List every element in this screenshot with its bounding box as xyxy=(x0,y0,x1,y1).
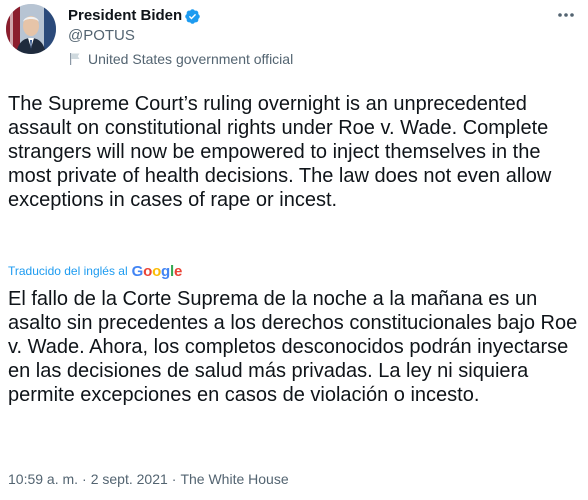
verified-badge-icon xyxy=(185,9,200,24)
avatar[interactable] xyxy=(6,4,56,54)
tweet-source[interactable]: The White House xyxy=(180,471,288,487)
more-options-icon xyxy=(558,13,574,17)
translation-attribution[interactable]: Traducido del inglés al Google xyxy=(8,262,182,280)
tweet-text: The Supreme Court’s ruling overnight is … xyxy=(8,93,552,211)
tweet: President Biden @POTUS United States gov… xyxy=(0,0,588,500)
translated-text: El fallo de la Corte Suprema de la noche… xyxy=(8,288,578,406)
tweet-date[interactable]: 2 sept. 2021 xyxy=(91,471,168,487)
separator: · xyxy=(82,471,87,487)
more-options-button[interactable] xyxy=(552,4,580,26)
flag-icon xyxy=(70,53,80,65)
separator: · xyxy=(171,471,177,487)
display-name[interactable]: President Biden xyxy=(68,7,182,25)
tweet-time[interactable]: 10:59 a. m. xyxy=(8,471,78,487)
avatar-image xyxy=(6,4,56,54)
government-label-text: United States government official xyxy=(88,51,294,67)
handle[interactable]: @POTUS xyxy=(68,27,135,45)
tweet-metadata: 10:59 a. m. · 2 sept. 2021 · The White H… xyxy=(8,470,289,488)
translation-label[interactable]: Traducido del inglés al xyxy=(8,264,128,278)
google-logo: Google xyxy=(131,262,183,280)
government-label: United States government official xyxy=(68,50,293,68)
